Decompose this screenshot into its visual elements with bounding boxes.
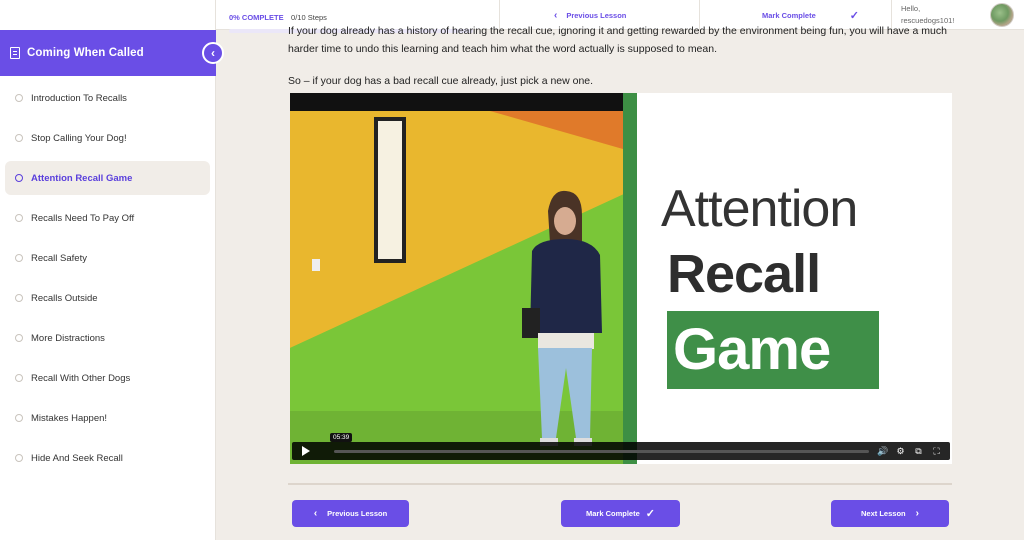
lesson-item-hide-and-seek-recall[interactable]: Hide And Seek Recall: [5, 438, 210, 478]
progress-percent: 0% COMPLETE: [229, 13, 284, 22]
lesson-list: Introduction To Recalls Stop Calling You…: [0, 78, 216, 478]
avatar[interactable]: [990, 3, 1014, 27]
lesson-label: More Distractions: [31, 332, 105, 344]
check-icon: ✓: [849, 9, 859, 22]
video-letterbox: [290, 93, 637, 111]
incomplete-circle-icon: [15, 294, 23, 302]
mark-complete-label: Mark Complete: [586, 509, 640, 518]
incomplete-circle-icon: [15, 374, 23, 382]
lesson-label: Attention Recall Game: [31, 172, 133, 184]
lesson-label: Recalls Outside: [31, 292, 98, 304]
course-title: Coming When Called: [27, 47, 144, 59]
lesson-item-recalls-outside[interactable]: Recalls Outside: [5, 278, 210, 318]
course-sidebar: Coming When Called ‹ Introduction To Rec…: [0, 0, 224, 540]
lesson-paragraph-2: So – if your dog has a bad recall cue al…: [288, 75, 594, 87]
lesson-label: Recall Safety: [31, 252, 87, 264]
current-circle-icon: [15, 174, 23, 182]
lesson-item-recall-with-other-dogs[interactable]: Recall With Other Dogs: [5, 358, 210, 398]
incomplete-circle-icon: [15, 214, 23, 222]
video-frame-scene: [290, 93, 637, 464]
book-icon: [10, 47, 20, 59]
lesson-item-more-distractions[interactable]: More Distractions: [5, 318, 210, 358]
picture-in-picture-icon[interactable]: ⧉: [913, 446, 924, 457]
lesson-item-mistakes-happen[interactable]: Mistakes Happen!: [5, 398, 210, 438]
top-mark-complete-label: Mark Complete: [762, 10, 816, 20]
lesson-item-recall-safety[interactable]: Recall Safety: [5, 238, 210, 278]
lesson-item-introduction-to-recalls[interactable]: Introduction To Recalls: [5, 78, 210, 118]
incomplete-circle-icon: [15, 454, 23, 462]
volume-icon[interactable]: 🔊: [877, 446, 888, 457]
play-button[interactable]: [292, 442, 320, 460]
incomplete-circle-icon: [15, 134, 23, 142]
chevron-left-icon: ‹: [554, 9, 558, 21]
incomplete-circle-icon: [15, 254, 23, 262]
check-icon: ✓: [645, 508, 655, 520]
lesson-label: Mistakes Happen!: [31, 412, 108, 424]
chevron-left-icon: ‹: [313, 508, 318, 519]
lesson-label: Introduction To Recalls: [31, 92, 127, 104]
video-control-icons: 🔊 ⚙ ⧉ ⛶: [877, 446, 950, 457]
course-header[interactable]: Coming When Called ‹: [0, 30, 224, 76]
video-scene-image: [290, 111, 637, 464]
previous-lesson-button[interactable]: ‹ Previous Lesson: [292, 500, 409, 527]
greeting-line: Hello,: [901, 4, 921, 13]
video-title-attention: Attention: [661, 180, 858, 238]
video-title-game: Game: [667, 311, 879, 389]
incomplete-circle-icon: [15, 334, 23, 342]
video-title-recall: Recall: [667, 244, 821, 304]
lesson-item-stop-calling-your-dog[interactable]: Stop Calling Your Dog!: [5, 118, 210, 158]
top-previous-label: Previous Lesson: [566, 10, 627, 20]
lesson-label: Recall With Other Dogs: [31, 372, 131, 384]
lesson-item-attention-recall-game[interactable]: Attention Recall Game: [5, 161, 210, 195]
settings-gear-icon[interactable]: ⚙: [895, 446, 906, 457]
video-title-card: Attention Recall Game: [637, 93, 952, 464]
next-lesson-label: Next Lesson: [861, 509, 906, 518]
fullscreen-icon[interactable]: ⛶: [931, 446, 942, 457]
content-divider: [288, 483, 952, 485]
incomplete-circle-icon: [15, 94, 23, 102]
chevron-right-icon: ›: [915, 508, 919, 519]
lesson-label: Recalls Need To Pay Off: [31, 212, 135, 224]
next-lesson-button[interactable]: Next Lesson ›: [831, 500, 949, 527]
lesson-content: If your dog already has a history of hea…: [216, 25, 1024, 540]
video-scrubber[interactable]: [334, 449, 869, 453]
lesson-label: Hide And Seek Recall: [31, 452, 123, 464]
lesson-label: Stop Calling Your Dog!: [31, 132, 127, 144]
video-time-tooltip: 05:39: [330, 433, 353, 442]
incomplete-circle-icon: [15, 414, 23, 422]
previous-lesson-label: Previous Lesson: [327, 509, 388, 518]
video-green-strip: [623, 93, 637, 464]
lesson-item-recalls-need-to-pay-off[interactable]: Recalls Need To Pay Off: [5, 198, 210, 238]
lesson-paragraph: If your dog already has a history of hea…: [288, 25, 947, 55]
mark-complete-button[interactable]: Mark Complete ✓: [561, 500, 680, 527]
progress-steps: 0/10 Steps: [291, 13, 327, 22]
video-controls: 🔊 ⚙ ⧉ ⛶: [292, 442, 950, 460]
lesson-video[interactable]: Attention Recall Game 05:39 🔊 ⚙ ⧉ ⛶: [290, 93, 952, 464]
